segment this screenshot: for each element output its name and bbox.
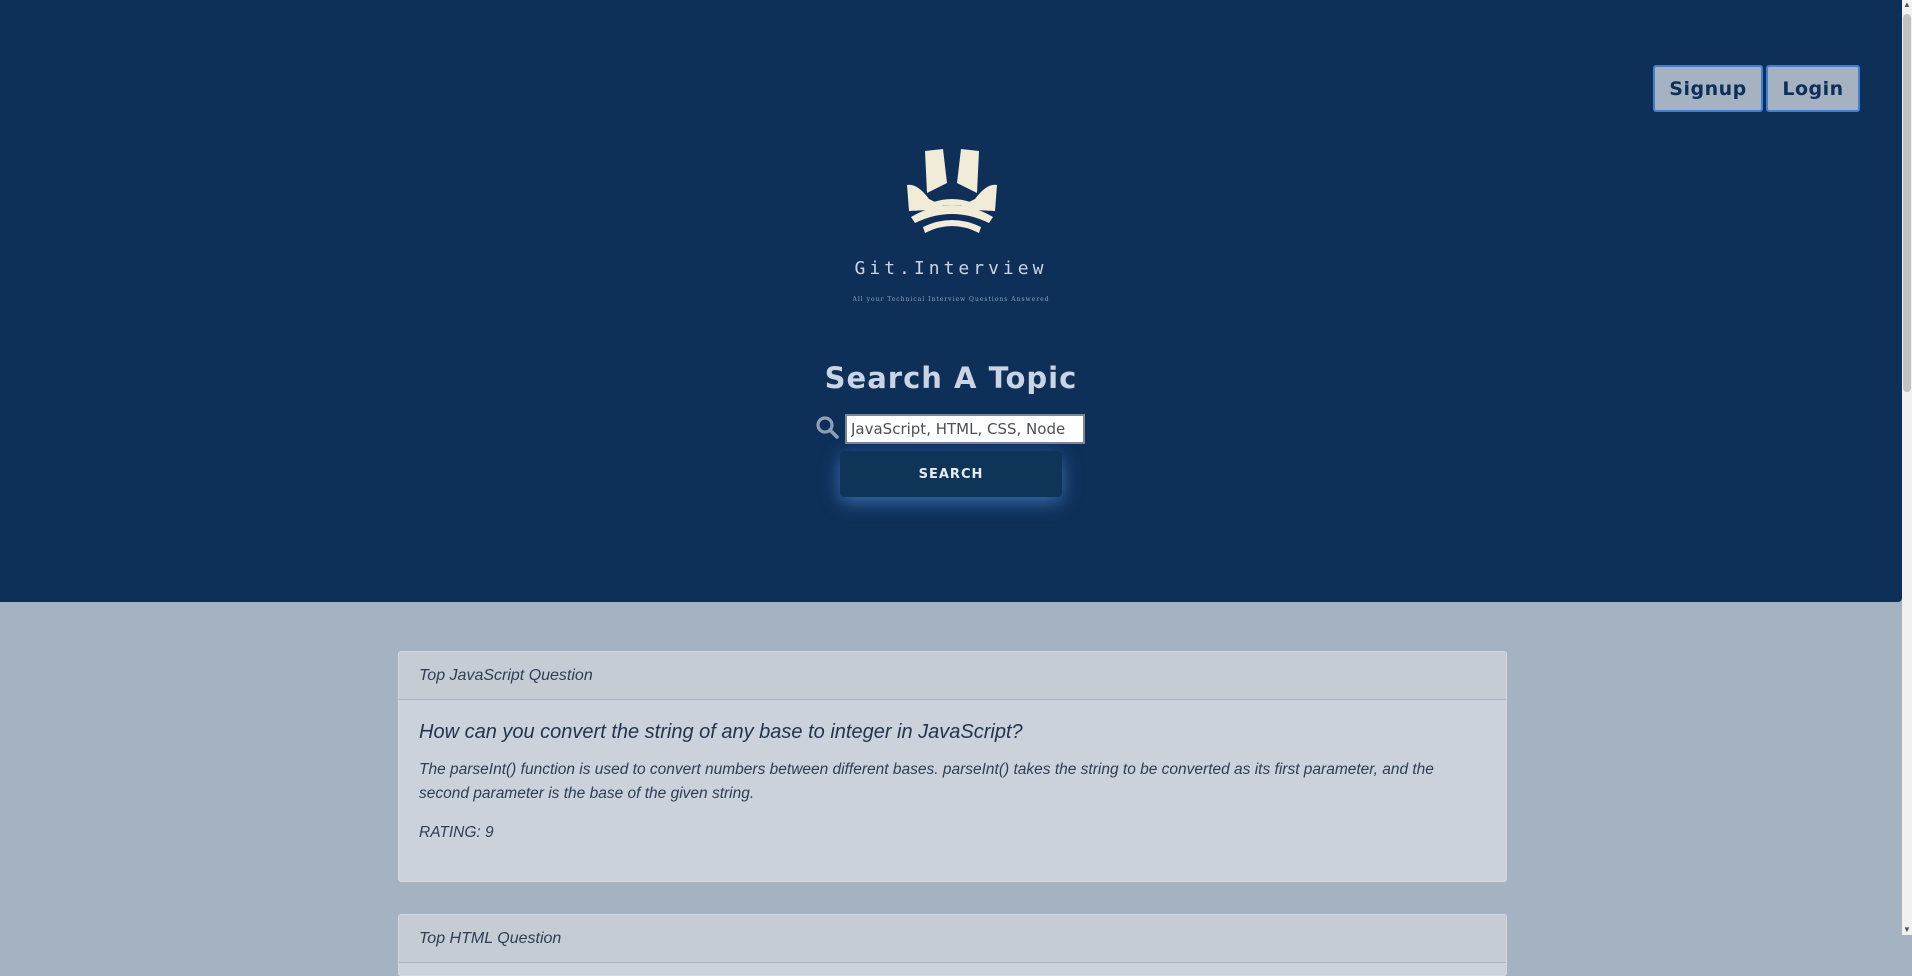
- question-card-html: Top HTML Question: [398, 914, 1507, 976]
- search-icon: [816, 416, 839, 439]
- brand-tagline: All your Technical Interview Questions A…: [852, 296, 1050, 303]
- brand-name: Git.Interview: [854, 258, 1048, 279]
- search-heading: Search A Topic: [824, 361, 1078, 395]
- scroll-up-arrow-icon[interactable]: ▲: [1902, 0, 1912, 10]
- scrollbar-thumb[interactable]: [1903, 14, 1911, 392]
- signup-button[interactable]: Signup: [1653, 65, 1763, 112]
- page-scrollbar[interactable]: ▲ ▼: [1902, 0, 1912, 935]
- card-header: Top HTML Question: [399, 915, 1506, 963]
- card-header: Top JavaScript Question: [399, 652, 1506, 700]
- scroll-down-arrow-icon[interactable]: ▼: [1902, 925, 1912, 935]
- question-answer: The parseInt() function is used to conve…: [419, 761, 1434, 802]
- auth-buttons: Signup Login: [1653, 65, 1860, 112]
- login-button[interactable]: Login: [1766, 65, 1860, 112]
- card-body: How can you convert the string of any ba…: [399, 700, 1506, 842]
- search-button[interactable]: SEARCH: [840, 451, 1062, 497]
- question-rating: RATING: 9: [419, 824, 494, 841]
- hero-banner: Signup Login Git.Interview All your Tech…: [0, 0, 1902, 602]
- question-card-javascript: Top JavaScript Question How can you conv…: [398, 651, 1507, 882]
- question-title: How can you convert the string of any ba…: [419, 721, 1023, 743]
- tri-arc-logo-icon: [907, 149, 997, 233]
- search-input[interactable]: [845, 414, 1085, 444]
